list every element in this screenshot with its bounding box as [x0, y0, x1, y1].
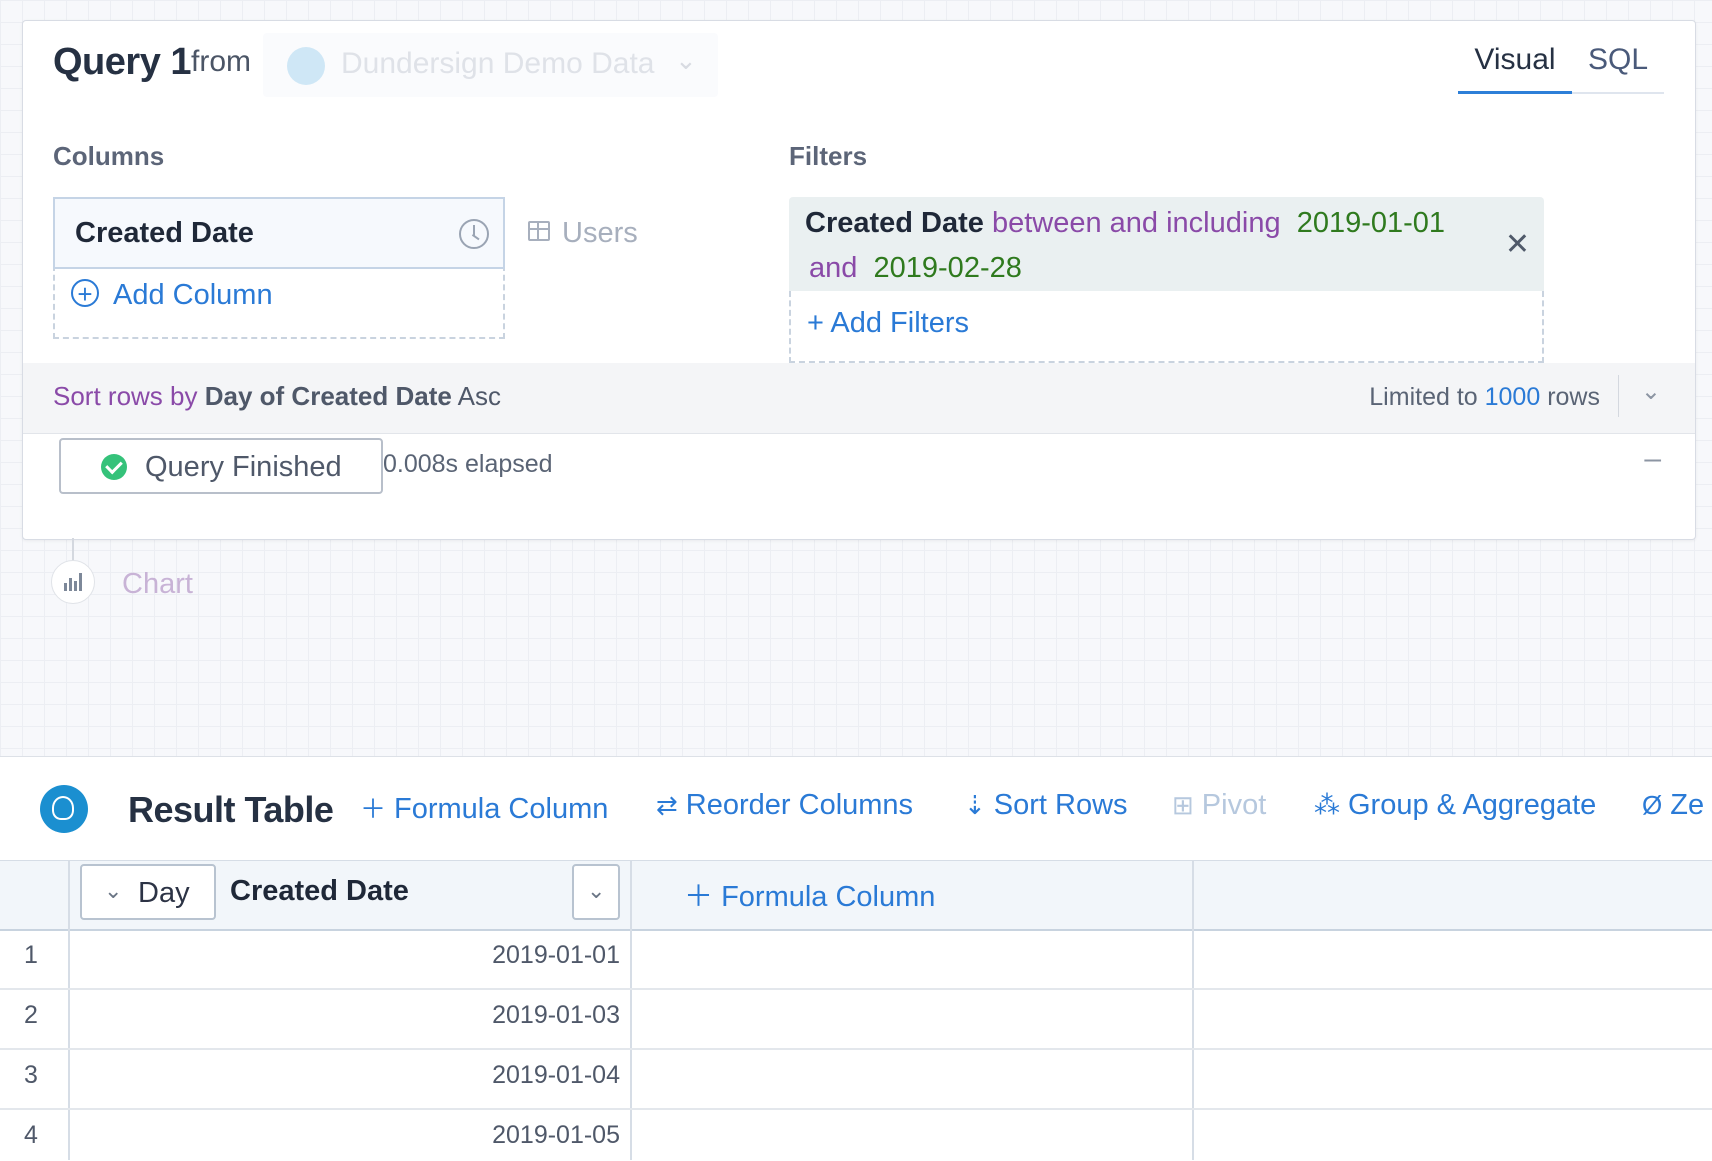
chart-label[interactable]: Chart — [122, 568, 193, 601]
collapse-button[interactable]: – — [1644, 442, 1661, 476]
columns-heading: Columns — [53, 141, 165, 171]
query-status-label: Query Finished — [145, 451, 342, 483]
filter-field: Created Date — [805, 207, 984, 239]
granularity-label: Day — [138, 877, 190, 909]
pivot-icon: ⊞ — [1172, 790, 1194, 820]
add-column-button[interactable]: + Add Column — [71, 279, 273, 312]
query-title[interactable]: Query 1 — [53, 41, 192, 84]
sort-summary[interactable]: Sort rows by Day of Created Date Asc — [53, 381, 501, 412]
row-divider — [0, 1048, 1712, 1050]
limit-prefix: Limited to — [1369, 383, 1478, 411]
close-icon[interactable]: ✕ — [1505, 227, 1530, 262]
filter-operator: between and including — [991, 207, 1281, 239]
zero-fill-label: Ze — [1670, 789, 1705, 821]
table-cell[interactable]: 2019-01-01 — [70, 941, 620, 970]
datasource-select[interactable]: Dundersign Demo Data ⌄ — [263, 33, 718, 97]
filters-heading: Filters — [789, 141, 868, 171]
sort-target: Day of Created Date — [204, 381, 452, 411]
reorder-icon: ⇄ — [656, 790, 678, 820]
formula-column-label: Formula Column — [394, 793, 609, 825]
row-number: 3 — [24, 1061, 38, 1089]
reorder-columns-label: Reorder Columns — [685, 789, 914, 821]
plus-icon: ＋ — [684, 881, 722, 913]
column-header-label: Created Date — [230, 875, 409, 907]
chevron-down-icon: ⌄ — [675, 45, 697, 75]
chevron-down-icon: ⌄ — [587, 878, 606, 903]
column-chip[interactable]: Created Date — [53, 197, 505, 269]
column-divider — [1192, 860, 1194, 1160]
chart-node[interactable] — [51, 560, 95, 604]
group-aggregate-label: Group & Aggregate — [1348, 789, 1597, 821]
row-number: 4 — [24, 1121, 38, 1149]
table-users-label: Users — [562, 217, 638, 249]
add-formula-column-label: Formula Column — [721, 881, 936, 913]
result-title: Result Table — [128, 789, 334, 830]
row-number: 1 — [24, 941, 38, 969]
row-divider — [0, 988, 1712, 990]
chevron-down-icon: ⌄ — [104, 878, 123, 903]
postgres-icon — [287, 47, 325, 85]
plus-icon: ＋ — [360, 794, 387, 824]
tab-visual[interactable]: Visual — [1458, 43, 1572, 94]
table-cell[interactable]: 2019-01-04 — [70, 1061, 620, 1090]
sort-rows-button[interactable]: ⇣ Sort Rows — [964, 789, 1128, 822]
table-cell[interactable]: 2019-01-03 — [70, 1001, 620, 1030]
tab-sql[interactable]: SQL — [1572, 43, 1664, 94]
datasource-name: Dundersign Demo Data — [341, 47, 655, 80]
limit-suffix: rows — [1547, 383, 1600, 411]
zero-fill-button[interactable]: Ø Ze — [1642, 789, 1704, 822]
bar-chart-icon — [64, 573, 84, 591]
filter-expression-end: and 2019-02-28 — [809, 252, 1022, 285]
sort-rows-label: Sort Rows — [993, 789, 1128, 821]
filter-value-end: 2019-02-28 — [873, 252, 1022, 284]
filter-conjunction: and — [809, 252, 858, 284]
formula-column-button[interactable]: ＋ Formula Column — [360, 789, 608, 826]
chevron-down-icon[interactable]: ⌄ — [1641, 377, 1661, 406]
query-card: Query 1 from Dundersign Demo Data ⌄ Visu… — [22, 20, 1696, 540]
elapsed-time: 0.008s elapsed — [383, 450, 553, 478]
filters-dropzone[interactable]: + Add Filters — [789, 291, 1544, 363]
sort-bar: Sort rows by Day of Created Date Asc Lim… — [23, 363, 1695, 434]
reorder-columns-button[interactable]: ⇄ Reorder Columns — [656, 789, 913, 822]
pivot-button[interactable]: ⊞ Pivot — [1172, 789, 1266, 822]
limit-value: 1000 — [1484, 383, 1541, 411]
row-divider — [0, 1108, 1712, 1110]
zero-icon: Ø — [1642, 790, 1663, 820]
row-number: 2 — [24, 1001, 38, 1029]
query-status-button[interactable]: Query Finished — [59, 438, 383, 494]
group-aggregate-button[interactable]: ⁂ Group & Aggregate — [1314, 789, 1596, 822]
column-divider — [630, 860, 632, 1160]
from-label: from — [191, 45, 251, 78]
row-limit[interactable]: Limited to 1000 rows — [1369, 383, 1600, 412]
divider — [1618, 375, 1619, 417]
filter-chip[interactable]: Created Date between and including 2019-… — [789, 197, 1544, 291]
column-menu-button[interactable]: ⌄ — [572, 864, 620, 920]
sort-prefix: Sort rows by — [53, 381, 198, 411]
add-filters-button[interactable]: + Add Filters — [807, 307, 969, 340]
group-icon: ⁂ — [1314, 790, 1340, 820]
table-users[interactable]: Users — [528, 217, 638, 250]
postgres-icon — [40, 785, 88, 833]
table-cell[interactable]: 2019-01-05 — [70, 1121, 620, 1150]
column-chip-label: Created Date — [75, 217, 254, 249]
filter-expression: Created Date between and including 2019-… — [805, 207, 1445, 240]
granularity-select[interactable]: ⌄ Day — [80, 864, 216, 920]
pivot-label: Pivot — [1201, 789, 1267, 821]
clock-icon[interactable] — [459, 219, 489, 249]
sort-direction: Asc — [457, 381, 501, 411]
sort-icon: ⇣ — [964, 790, 986, 820]
check-circle-icon — [101, 454, 127, 480]
plus-circle-icon: + — [71, 279, 99, 308]
add-column-label: Add Column — [113, 279, 273, 311]
table-icon — [528, 221, 550, 242]
filter-value-start: 2019-01-01 — [1296, 207, 1446, 239]
add-formula-column-button[interactable]: ＋ Formula Column — [684, 873, 935, 915]
